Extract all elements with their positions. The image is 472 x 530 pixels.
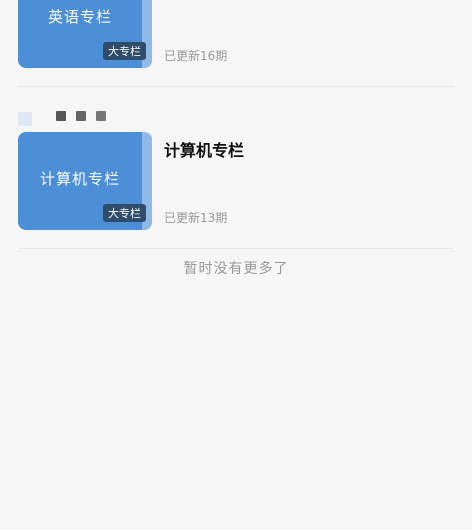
cover-image: 计算机专栏 大专栏 [18, 132, 152, 230]
page: 英语专栏 大专栏 已更新16期 计算机专栏 大专栏 计算机专栏 已更新13期 暂… [0, 0, 472, 530]
column-badge: 大专栏 [103, 42, 146, 60]
update-count: 已更新13期 [164, 211, 228, 225]
cover-title: 计算机专栏 [39, 170, 120, 188]
dot [56, 111, 66, 121]
divider [18, 86, 454, 87]
divider [18, 248, 454, 249]
column-badge: 大专栏 [103, 204, 146, 222]
dot [76, 111, 86, 121]
cover-title: 英语专栏 [47, 8, 112, 26]
column-title: 计算机专栏 [164, 141, 245, 160]
list-end-message: 暂时没有更多了 [183, 261, 289, 277]
dot [96, 111, 106, 121]
column-card-computer[interactable]: 计算机专栏 大专栏 计算机专栏 已更新13期 [18, 130, 454, 230]
update-count: 已更新16期 [164, 49, 228, 63]
loading-dots-icon [56, 111, 106, 121]
decorative-square [18, 112, 32, 126]
column-card-english[interactable]: 英语专栏 大专栏 已更新16期 [18, 0, 454, 70]
cover-image: 英语专栏 大专栏 [18, 0, 152, 68]
